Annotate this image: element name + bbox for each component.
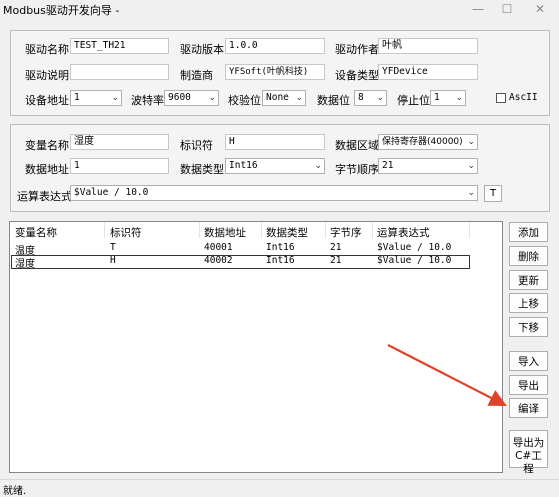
annotation-arrow bbox=[387, 344, 507, 407]
status-bar: 就绪. bbox=[0, 479, 559, 497]
